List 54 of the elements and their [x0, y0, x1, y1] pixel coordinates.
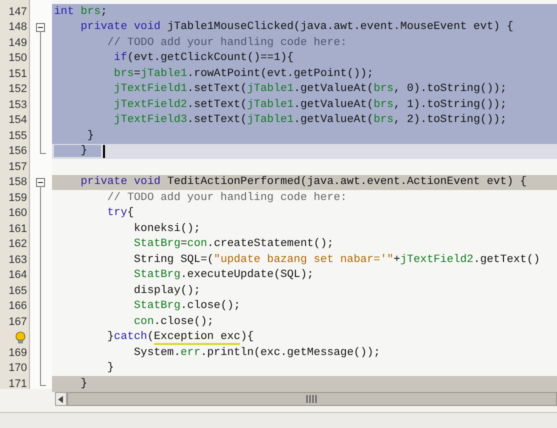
- line-number: 160: [8, 207, 27, 220]
- line-number: 158: [8, 176, 27, 188]
- code-line: StatBrg=con.createStatement();: [132, 238, 334, 250]
- line-number: 155: [8, 130, 27, 142]
- line-number: 153: [8, 98, 27, 111]
- code-line: private void jTable1MouseClicked(java.awt.event.MouseEvent evt) {: [80, 21, 514, 34]
- line-number: 154: [8, 114, 27, 126]
- code-line: jTextField3.setText(jTable1.getValueAt(brs, 2).toString());: [112, 114, 507, 126]
- code-line: }: [106, 362, 114, 374]
- line-number: 164: [8, 269, 27, 282]
- line-number: 157: [8, 160, 27, 173]
- code-line: }: [80, 378, 88, 390]
- line-number: 171: [8, 378, 27, 390]
- grip-icon: [305, 395, 319, 403]
- code-line: jTextField2.setText(jTable1.getValueAt(brs, 1).toString());: [112, 98, 507, 111]
- collapse-icon[interactable]: [36, 178, 45, 186]
- line-number: 166: [8, 300, 27, 312]
- code-editor[interactable]: [0, 0, 557, 389]
- line-number: 151: [8, 68, 27, 80]
- code-line: System.err.println(exc.getMessage());: [132, 346, 380, 359]
- code-line: if(evt.getClickCount()==1){: [112, 52, 294, 64]
- code-line: display();: [132, 284, 200, 297]
- code-line: brs=jTable1.rowAtPoint(evt.getPoint());: [112, 68, 374, 80]
- code-line: try{: [106, 207, 134, 220]
- line-number: 169: [8, 346, 27, 359]
- left-arrow-icon: [58, 396, 64, 402]
- code-line: StatBrg.close();: [132, 300, 240, 312]
- line-number: 162: [8, 238, 27, 250]
- line-number: 156: [8, 145, 27, 158]
- line-number: 165: [8, 284, 27, 297]
- line-number: 163: [8, 254, 27, 266]
- scroll-left-button[interactable]: [55, 392, 67, 406]
- line-number: 161: [8, 222, 27, 235]
- code-line: jTextField1.setText(jTable1.getValueAt(brs, 0).toString());: [112, 83, 507, 96]
- line-number: 170: [8, 362, 27, 374]
- code-line: private void TeditActionPerformed(java.awt.event.ActionEvent evt) {: [80, 176, 527, 188]
- collapse-icon[interactable]: [36, 22, 45, 32]
- code-line: koneksi();: [132, 222, 200, 235]
- code-line: String SQL=("update bazang set nabar='"+jTextField2.getText(): [132, 254, 540, 266]
- code-line: StatBrg.executeUpdate(SQL);: [132, 269, 314, 282]
- code-line: }catch(Exception exc){: [106, 331, 254, 344]
- code-line: int brs;: [54, 6, 108, 18]
- line-number: 148: [8, 21, 27, 34]
- line-number: 147: [8, 6, 27, 18]
- line-number: 152: [8, 83, 27, 96]
- line-number: 150: [8, 52, 27, 64]
- code-line: }: [86, 130, 94, 142]
- lightbulb-icon[interactable]: [14, 330, 27, 344]
- line-number: 167: [8, 316, 27, 328]
- code-line: // TODO add your handling code here:: [106, 36, 347, 49]
- code-line: // TODO add your handling code here:: [106, 192, 347, 204]
- line-number: 149: [8, 36, 27, 49]
- line-number: 159: [8, 192, 27, 204]
- code-line: con.close();: [132, 316, 214, 328]
